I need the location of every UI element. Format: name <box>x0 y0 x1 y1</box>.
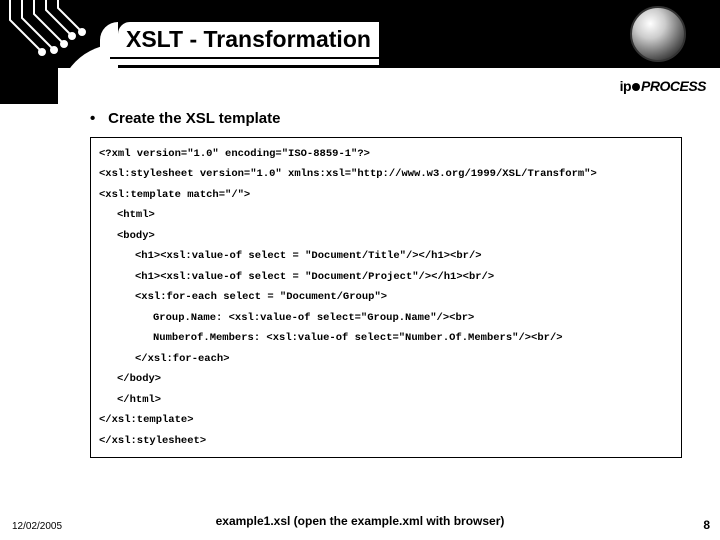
title-underline <box>110 57 616 59</box>
code-line: <xsl:template match="/"> <box>99 185 673 205</box>
code-line: <body> <box>99 226 673 246</box>
bullet-text: Create the XSL template <box>108 110 280 127</box>
code-box: <?xml version="1.0" encoding="ISO-8859-1… <box>90 137 682 458</box>
code-line: Group.Name: <xsl:value-of select="Group.… <box>99 308 673 328</box>
code-line: <h1><xsl:value-of select = "Document/Pro… <box>99 267 673 287</box>
bullet-item: • Create the XSL template <box>90 110 682 127</box>
bullet-mark: • <box>90 110 104 127</box>
code-line: Numberof.Members: <xsl:value-of select="… <box>99 328 673 348</box>
page-number: 8 <box>703 518 710 532</box>
footer-date: 12/02/2005 <box>12 521 62 532</box>
header-swoop-fill <box>0 68 58 104</box>
code-line: <?xml version="1.0" encoding="ISO-8859-1… <box>99 144 673 164</box>
code-line: </xsl:for-each> <box>99 349 673 369</box>
code-line: <xsl:stylesheet version="1.0" xmlns:xsl=… <box>99 164 673 184</box>
brand-logo: ip PROCESS <box>620 78 706 94</box>
code-line: </body> <box>99 369 673 389</box>
code-line: <h1><xsl:value-of select = "Document/Tit… <box>99 246 673 266</box>
code-line: </xsl:stylesheet> <box>99 431 673 451</box>
logo-disc <box>630 6 686 62</box>
code-line: </html> <box>99 390 673 410</box>
brand-dot-icon <box>632 83 640 91</box>
brand-ip: ip <box>620 78 631 94</box>
code-line: <xsl:for-each select = "Document/Group"> <box>99 287 673 307</box>
content-area: • Create the XSL template <?xml version=… <box>90 110 682 458</box>
brand-rest: PROCESS <box>641 78 706 94</box>
caption: example1.xsl (open the example.xml with … <box>0 514 720 528</box>
code-line: </xsl:template> <box>99 410 673 430</box>
code-line: <html> <box>99 205 673 225</box>
